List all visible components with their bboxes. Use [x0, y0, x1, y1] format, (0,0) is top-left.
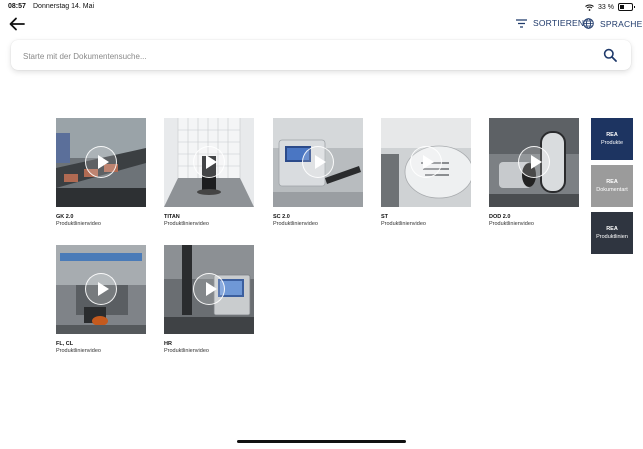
video-card-hr[interactable]: HR Produktlinienvideo: [164, 245, 254, 354]
globe-icon: [583, 18, 594, 29]
sort-icon: [516, 18, 527, 28]
video-subtitle: Produktlinienvideo: [489, 221, 534, 227]
battery-icon: [618, 3, 635, 11]
video-title: SC 2.0: [273, 214, 290, 220]
video-card-titan[interactable]: TITAN Produktlinienvideo: [164, 118, 254, 227]
play-icon: [518, 146, 550, 178]
play-icon: [193, 146, 225, 178]
video-thumbnail: [489, 118, 579, 207]
status-time: 08:57: [8, 3, 26, 10]
sort-button[interactable]: SORTIEREN: [516, 18, 584, 28]
video-subtitle: Produktlinienvideo: [273, 221, 318, 227]
video-subtitle: Produktlinienvideo: [56, 221, 101, 227]
battery-percentage: 33 %: [598, 3, 614, 11]
video-thumbnail: [56, 245, 146, 334]
search-bar: [11, 40, 631, 72]
video-subtitle: Produktlinienvideo: [381, 221, 426, 227]
filter-product-lines-button[interactable]: REA Produktlinien: [591, 212, 633, 254]
video-title: GK 2.0: [56, 214, 74, 220]
video-thumbnail: [56, 118, 146, 207]
language-label: SPRACHE: [600, 18, 643, 29]
play-icon: [410, 146, 442, 178]
status-date: Donnerstag 14. Mai: [33, 3, 95, 10]
video-thumbnail: [273, 118, 363, 207]
status-bar: 08:57 Donnerstag 14. Mai 33 %: [0, 0, 643, 14]
home-indicator[interactable]: [237, 440, 406, 443]
video-thumbnail: [381, 118, 471, 207]
video-subtitle: Produktlinienvideo: [56, 348, 101, 354]
filter-document-type-button[interactable]: REA Dokumentart: [591, 165, 633, 207]
search-icon[interactable]: [603, 48, 617, 62]
filter-subtitle: Produkte: [600, 140, 623, 146]
wifi-icon: [585, 4, 594, 11]
arrow-left-icon: [9, 17, 25, 31]
filter-subtitle: Dokumentart: [596, 187, 628, 193]
video-card-sc[interactable]: SC 2.0 Produktlinienvideo: [273, 118, 363, 227]
play-icon: [85, 146, 117, 178]
video-thumbnail: [164, 118, 254, 207]
status-indicators: 33 %: [585, 3, 635, 11]
filter-title: REA: [606, 179, 618, 185]
play-icon: [85, 273, 117, 305]
filter-subtitle: Produktlinien: [596, 234, 628, 240]
video-card-fl-cl[interactable]: FL, CL Produktlinienvideo: [56, 245, 146, 354]
back-button[interactable]: [9, 17, 27, 33]
video-subtitle: Produktlinienvideo: [164, 221, 209, 227]
video-title: ST: [381, 214, 389, 220]
video-title: DOD 2.0: [489, 214, 511, 220]
video-card-dod[interactable]: DOD 2.0 Produktlinienvideo: [489, 118, 579, 227]
filter-products-button[interactable]: REA Produkte: [591, 118, 633, 160]
sort-label: SORTIEREN: [533, 18, 585, 28]
filter-title: REA: [606, 132, 618, 138]
video-title: FL, CL: [56, 341, 74, 347]
video-card-gk[interactable]: GK 2.0 Produktlinienvideo: [56, 118, 146, 227]
video-thumbnail: [164, 245, 254, 334]
play-icon: [302, 146, 334, 178]
language-button[interactable]: SPRACHE: [583, 18, 643, 29]
video-title: HR: [164, 341, 172, 347]
filter-title: REA: [606, 226, 618, 232]
video-subtitle: Produktlinienvideo: [164, 348, 209, 354]
video-card-st[interactable]: ST Produktlinienvideo: [381, 118, 471, 227]
video-title: TITAN: [164, 214, 180, 220]
play-icon: [193, 273, 225, 305]
search-input[interactable]: [21, 40, 585, 72]
